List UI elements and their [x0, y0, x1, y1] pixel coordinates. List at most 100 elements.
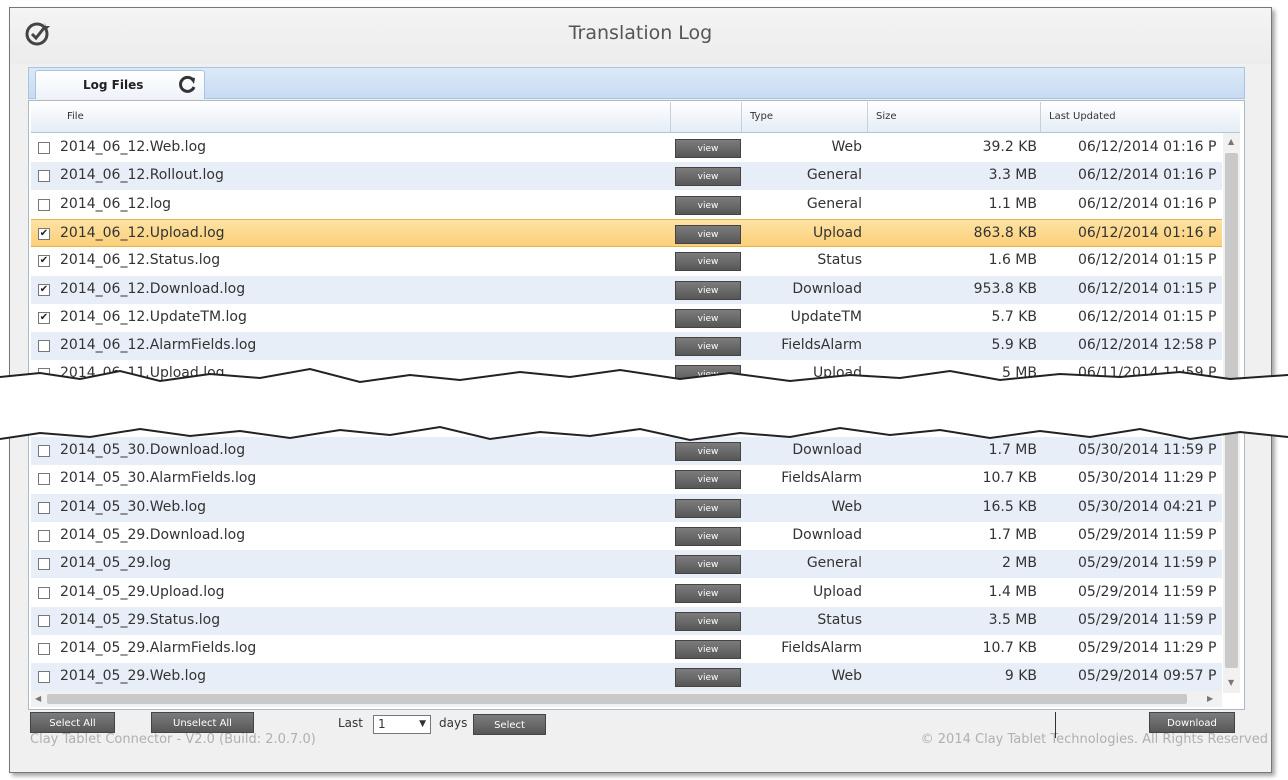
tab-bar: Log Files: [28, 67, 1245, 99]
table-row[interactable]: ✔ 2014_06_12.Download.log view Download 953.…: [31, 275, 1222, 304]
file-type: Status: [817, 252, 862, 269]
row-checkbox[interactable]: [38, 614, 50, 627]
view-button[interactable]: view: [675, 498, 741, 518]
row-checkbox[interactable]: [38, 558, 50, 571]
table-row[interactable]: 2014_05_29.AlarmFields.log view FieldsAlar…: [31, 635, 1222, 663]
scroll-right-icon[interactable]: ▶: [1207, 694, 1213, 703]
file-type: Upload: [812, 224, 862, 241]
file-size: 1.7 MB: [988, 526, 1037, 543]
view-button[interactable]: view: [675, 308, 741, 328]
unselect-all-button[interactable]: Unselect All: [151, 712, 254, 733]
row-checkbox[interactable]: [38, 142, 50, 154]
row-checkbox[interactable]: ✔: [38, 255, 50, 268]
table-row[interactable]: 2014_05_29.log view General 2 MB 05/29/2014 …: [31, 550, 1222, 579]
view-button[interactable]: view: [675, 337, 741, 357]
file-name: 2014_05_30.Web.log: [60, 498, 207, 515]
table-row[interactable]: 2014_05_30.Web.log view Web 16.5 KB 05/30/20…: [31, 493, 1222, 522]
row-checkbox[interactable]: [38, 170, 50, 183]
view-button[interactable]: view: [675, 640, 741, 660]
scroll-left-icon[interactable]: ◀: [35, 694, 41, 703]
column-header-last-updated[interactable]: Last Updated: [1041, 102, 1240, 132]
view-button[interactable]: view: [675, 470, 741, 490]
view-button[interactable]: view: [675, 668, 741, 688]
column-header-file[interactable]: File: [31, 102, 671, 132]
view-button[interactable]: view: [675, 167, 741, 187]
file-type: General: [806, 195, 862, 212]
view-button[interactable]: view: [675, 583, 741, 603]
scroll-down-icon[interactable]: ▼: [1228, 678, 1234, 687]
column-header-view: [671, 102, 742, 132]
table-row[interactable]: 2014_05_29.Status.log view Status 3.5 MB 05/…: [31, 606, 1222, 635]
view-button[interactable]: view: [675, 365, 741, 385]
row-checkbox[interactable]: ✔: [38, 227, 50, 240]
file-size: 863.8 KB: [973, 224, 1037, 241]
footer-toolbar: Select All Unselect All Last 1 ▼ days Se…: [9, 712, 1270, 738]
file-name: 2014_06_12.Rollout.log: [60, 167, 224, 184]
table-row[interactable]: 2014_06_12.Web.log view Web 39.2 KB 06/12/20…: [31, 134, 1222, 162]
horizontal-scrollbar[interactable]: ◀ ▶: [31, 691, 1222, 707]
row-checkbox[interactable]: [38, 529, 50, 542]
table-row[interactable]: ✔ 2014_06_12.Upload.log view Upload 863.8 KB…: [31, 218, 1222, 247]
select-button[interactable]: Select: [473, 714, 546, 735]
file-name: 2014_06_12.AlarmFields.log: [60, 337, 257, 354]
vertical-scrollbar[interactable]: ▲ ▼: [1223, 133, 1240, 693]
table-row[interactable]: 2014_05_29.Upload.log view Upload 1.4 MB 05/…: [31, 579, 1222, 607]
view-button[interactable]: view: [675, 252, 741, 272]
view-button[interactable]: view: [675, 555, 741, 575]
row-checkbox[interactable]: [38, 445, 50, 457]
table-row[interactable]: 2014_05_30.AlarmFields.log view FieldsAlar…: [31, 465, 1222, 493]
last-updated: 06/12/2014 01:15 P: [1078, 280, 1217, 297]
table-row[interactable]: 2014_05_29.Web.log view Web 9 KB 05/29/2014 …: [31, 663, 1222, 692]
column-header-size[interactable]: Size: [868, 102, 1041, 132]
table-row[interactable]: 2014_06_12.log view General 1.1 MB 06/12/201…: [31, 191, 1222, 219]
file-name: 2014_05_29.Upload.log: [60, 583, 225, 600]
last-updated: 06/12/2014 01:15 P: [1078, 252, 1217, 269]
table-row[interactable]: 2014_05_29.Download.log view Download 1.7 M…: [31, 522, 1222, 550]
table-row[interactable]: 2014_06_12.AlarmFields.log view FieldsAlar…: [31, 332, 1222, 361]
row-checkbox[interactable]: ✔: [38, 311, 50, 324]
row-checkbox[interactable]: [38, 501, 50, 514]
row-checkbox[interactable]: [38, 473, 50, 486]
row-checkbox[interactable]: ✔: [38, 283, 50, 296]
table-row[interactable]: 2014_05_30.Download.log view Download 1.7 M…: [31, 437, 1222, 465]
file-type: Web: [831, 498, 862, 515]
file-name: 2014_06_11.Upload.log: [60, 365, 225, 382]
file-type: Download: [792, 526, 862, 543]
view-button[interactable]: view: [675, 280, 741, 300]
view-button[interactable]: view: [675, 139, 741, 158]
download-button[interactable]: Download: [1149, 712, 1235, 733]
row-checkbox[interactable]: [38, 340, 50, 353]
table-row[interactable]: ✔ 2014_06_12.UpdateTM.log view UpdateTM 5.7 …: [31, 304, 1222, 332]
select-all-button[interactable]: Select All: [30, 712, 115, 733]
horizontal-scroll-thumb[interactable]: [47, 694, 1187, 704]
file-size: 10.7 KB: [982, 470, 1037, 487]
vertical-scroll-thumb[interactable]: [1225, 153, 1238, 668]
row-checkbox[interactable]: [38, 671, 50, 684]
table-row[interactable]: 2014_06_11.Upload.log view Upload 5 MB 06/11…: [31, 360, 1222, 388]
file-name: 2014_05_30.Download.log: [60, 442, 246, 458]
row-checkbox[interactable]: [38, 643, 50, 656]
row-checkbox[interactable]: [38, 198, 50, 211]
file-size: 5.7 KB: [991, 308, 1038, 325]
last-updated: 05/29/2014 11:29 P: [1078, 640, 1217, 657]
refresh-icon[interactable]: [178, 75, 198, 95]
table-row[interactable]: 2014_06_12.Rollout.log view General 3.3 MB 0…: [31, 162, 1222, 191]
view-button[interactable]: view: [675, 611, 741, 631]
file-type: Upload: [812, 583, 862, 600]
row-checkbox[interactable]: [38, 368, 50, 381]
view-button[interactable]: view: [675, 442, 741, 461]
translation-log-window: Translation Log Log Files File Type Size…: [9, 7, 1272, 773]
scroll-up-icon[interactable]: ▲: [1228, 137, 1234, 146]
days-select[interactable]: 1 ▼: [373, 715, 431, 734]
tab-log-files[interactable]: Log Files: [35, 70, 205, 99]
file-size: 9 KB: [1004, 668, 1037, 685]
row-checkbox[interactable]: [38, 586, 50, 599]
view-button[interactable]: view: [675, 195, 741, 215]
column-header-type[interactable]: Type: [742, 102, 868, 132]
file-type: Download: [792, 442, 862, 458]
view-button[interactable]: view: [675, 224, 741, 244]
file-name: 2014_06_12.log: [60, 195, 172, 212]
last-updated: 05/29/2014 11:59 P: [1078, 611, 1217, 628]
view-button[interactable]: view: [675, 526, 741, 546]
table-row[interactable]: ✔ 2014_06_12.Status.log view Status 1.6 MB 06…: [31, 247, 1222, 275]
